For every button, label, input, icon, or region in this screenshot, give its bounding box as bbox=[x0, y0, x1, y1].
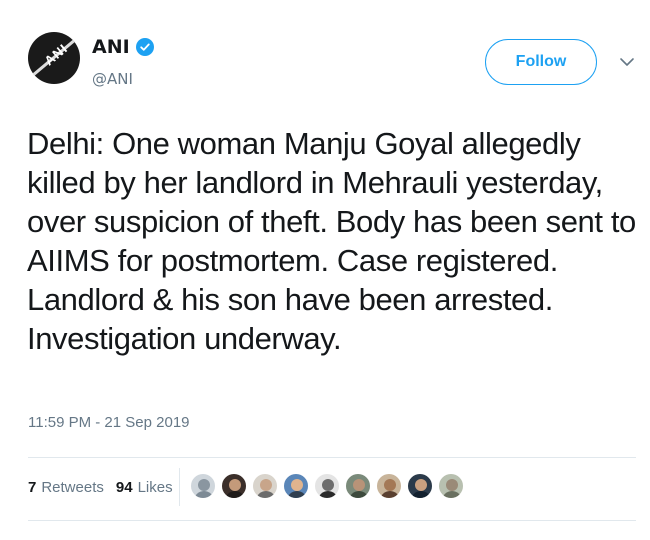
liker-avatar[interactable] bbox=[221, 473, 247, 499]
verified-badge-icon bbox=[135, 38, 154, 56]
liker-avatar-face bbox=[291, 479, 303, 491]
avatar-logo-text: ANI bbox=[41, 40, 71, 69]
chevron-down-icon[interactable] bbox=[618, 54, 636, 68]
liker-avatar[interactable] bbox=[376, 473, 402, 499]
tweet-card: ANI ANI @ANI Follow Delhi: One woman Man… bbox=[0, 0, 650, 540]
liker-avatar-body bbox=[411, 491, 431, 498]
liker-avatar-body bbox=[225, 491, 245, 498]
liker-avatar-face bbox=[322, 479, 334, 491]
follow-button[interactable]: Follow bbox=[485, 39, 597, 85]
retweets-label[interactable]: Retweets bbox=[41, 479, 104, 496]
liker-avatar-face bbox=[198, 479, 210, 491]
liker-avatar-body bbox=[380, 491, 400, 498]
liker-avatar-body bbox=[194, 491, 214, 498]
liker-avatar-body bbox=[256, 491, 276, 498]
author-avatar[interactable]: ANI bbox=[28, 32, 80, 84]
liker-avatar-body bbox=[442, 491, 462, 498]
divider-bottom bbox=[28, 520, 636, 521]
tweet-text: Delhi: One woman Manju Goyal allegedly k… bbox=[27, 126, 636, 356]
tweet-timestamp[interactable]: 11:59 PM - 21 Sep 2019 bbox=[28, 414, 190, 431]
engagement-stats: 7 Retweets 94 Likes bbox=[28, 479, 185, 496]
likes-label[interactable]: Likes bbox=[138, 479, 173, 496]
author-display-name[interactable]: ANI bbox=[92, 36, 130, 58]
liker-avatar[interactable] bbox=[345, 473, 371, 499]
likes-count[interactable]: 94 bbox=[116, 479, 133, 496]
liker-avatar-body bbox=[318, 491, 338, 498]
liker-avatar[interactable] bbox=[190, 473, 216, 499]
liker-avatar-body bbox=[349, 491, 369, 498]
stats-separator bbox=[179, 468, 180, 506]
divider-top bbox=[28, 457, 636, 458]
liker-avatar-face bbox=[260, 479, 272, 491]
liker-avatar[interactable] bbox=[283, 473, 309, 499]
liker-avatars bbox=[190, 473, 469, 499]
liker-avatar[interactable] bbox=[252, 473, 278, 499]
liker-avatar-face bbox=[229, 479, 241, 491]
author-handle[interactable]: @ANI bbox=[92, 70, 133, 88]
author-name-row: ANI bbox=[92, 36, 154, 58]
liker-avatar-face bbox=[384, 479, 396, 491]
liker-avatar-face bbox=[446, 479, 458, 491]
liker-avatar-face bbox=[415, 479, 427, 491]
retweets-count[interactable]: 7 bbox=[28, 479, 36, 496]
liker-avatar-body bbox=[287, 491, 307, 498]
liker-avatar[interactable] bbox=[407, 473, 433, 499]
liker-avatar[interactable] bbox=[314, 473, 340, 499]
liker-avatar[interactable] bbox=[438, 473, 464, 499]
liker-avatar-face bbox=[353, 479, 365, 491]
